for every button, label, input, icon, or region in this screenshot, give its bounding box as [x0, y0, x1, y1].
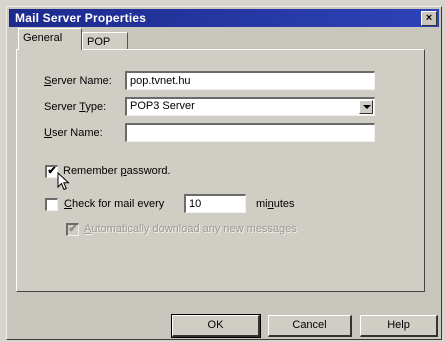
- cancel-button[interactable]: Cancel: [268, 315, 352, 337]
- server-name-input[interactable]: [125, 71, 375, 90]
- user-name-label: User Name:: [44, 127, 103, 139]
- tab-pop-label: POP: [87, 36, 111, 48]
- title-bar[interactable]: Mail Server Properties ×: [9, 9, 439, 27]
- chevron-down-icon[interactable]: [359, 100, 373, 114]
- help-button[interactable]: Help: [360, 315, 438, 337]
- close-icon[interactable]: ×: [421, 11, 437, 26]
- checkmark-icon: ✔: [68, 223, 78, 235]
- auto-download-checkbox[interactable]: ✔: [66, 223, 79, 236]
- window-title: Mail Server Properties: [15, 11, 147, 25]
- server-name-label: Server Name:: [44, 75, 112, 87]
- server-type-label: Server Type:: [44, 101, 107, 113]
- auto-download-label: Automatically download any new messages: [84, 223, 297, 235]
- check-mail-label: Check for mail every: [64, 198, 165, 210]
- tab-general-label: General: [23, 32, 63, 44]
- checkmark-icon: ✔: [47, 165, 57, 177]
- check-mail-checkbox[interactable]: [45, 198, 58, 211]
- remember-password-label: Remember password.: [63, 165, 171, 177]
- minutes-label: minutes: [256, 198, 295, 210]
- mouse-pointer-icon: [57, 172, 70, 191]
- server-type-select[interactable]: POP3 Server: [125, 97, 375, 116]
- user-name-input[interactable]: [125, 123, 375, 142]
- ok-button[interactable]: OK: [171, 314, 261, 338]
- server-type-value: POP3 Server: [130, 100, 195, 112]
- tab-general[interactable]: General: [18, 28, 82, 50]
- check-mail-minutes-input[interactable]: [184, 194, 246, 213]
